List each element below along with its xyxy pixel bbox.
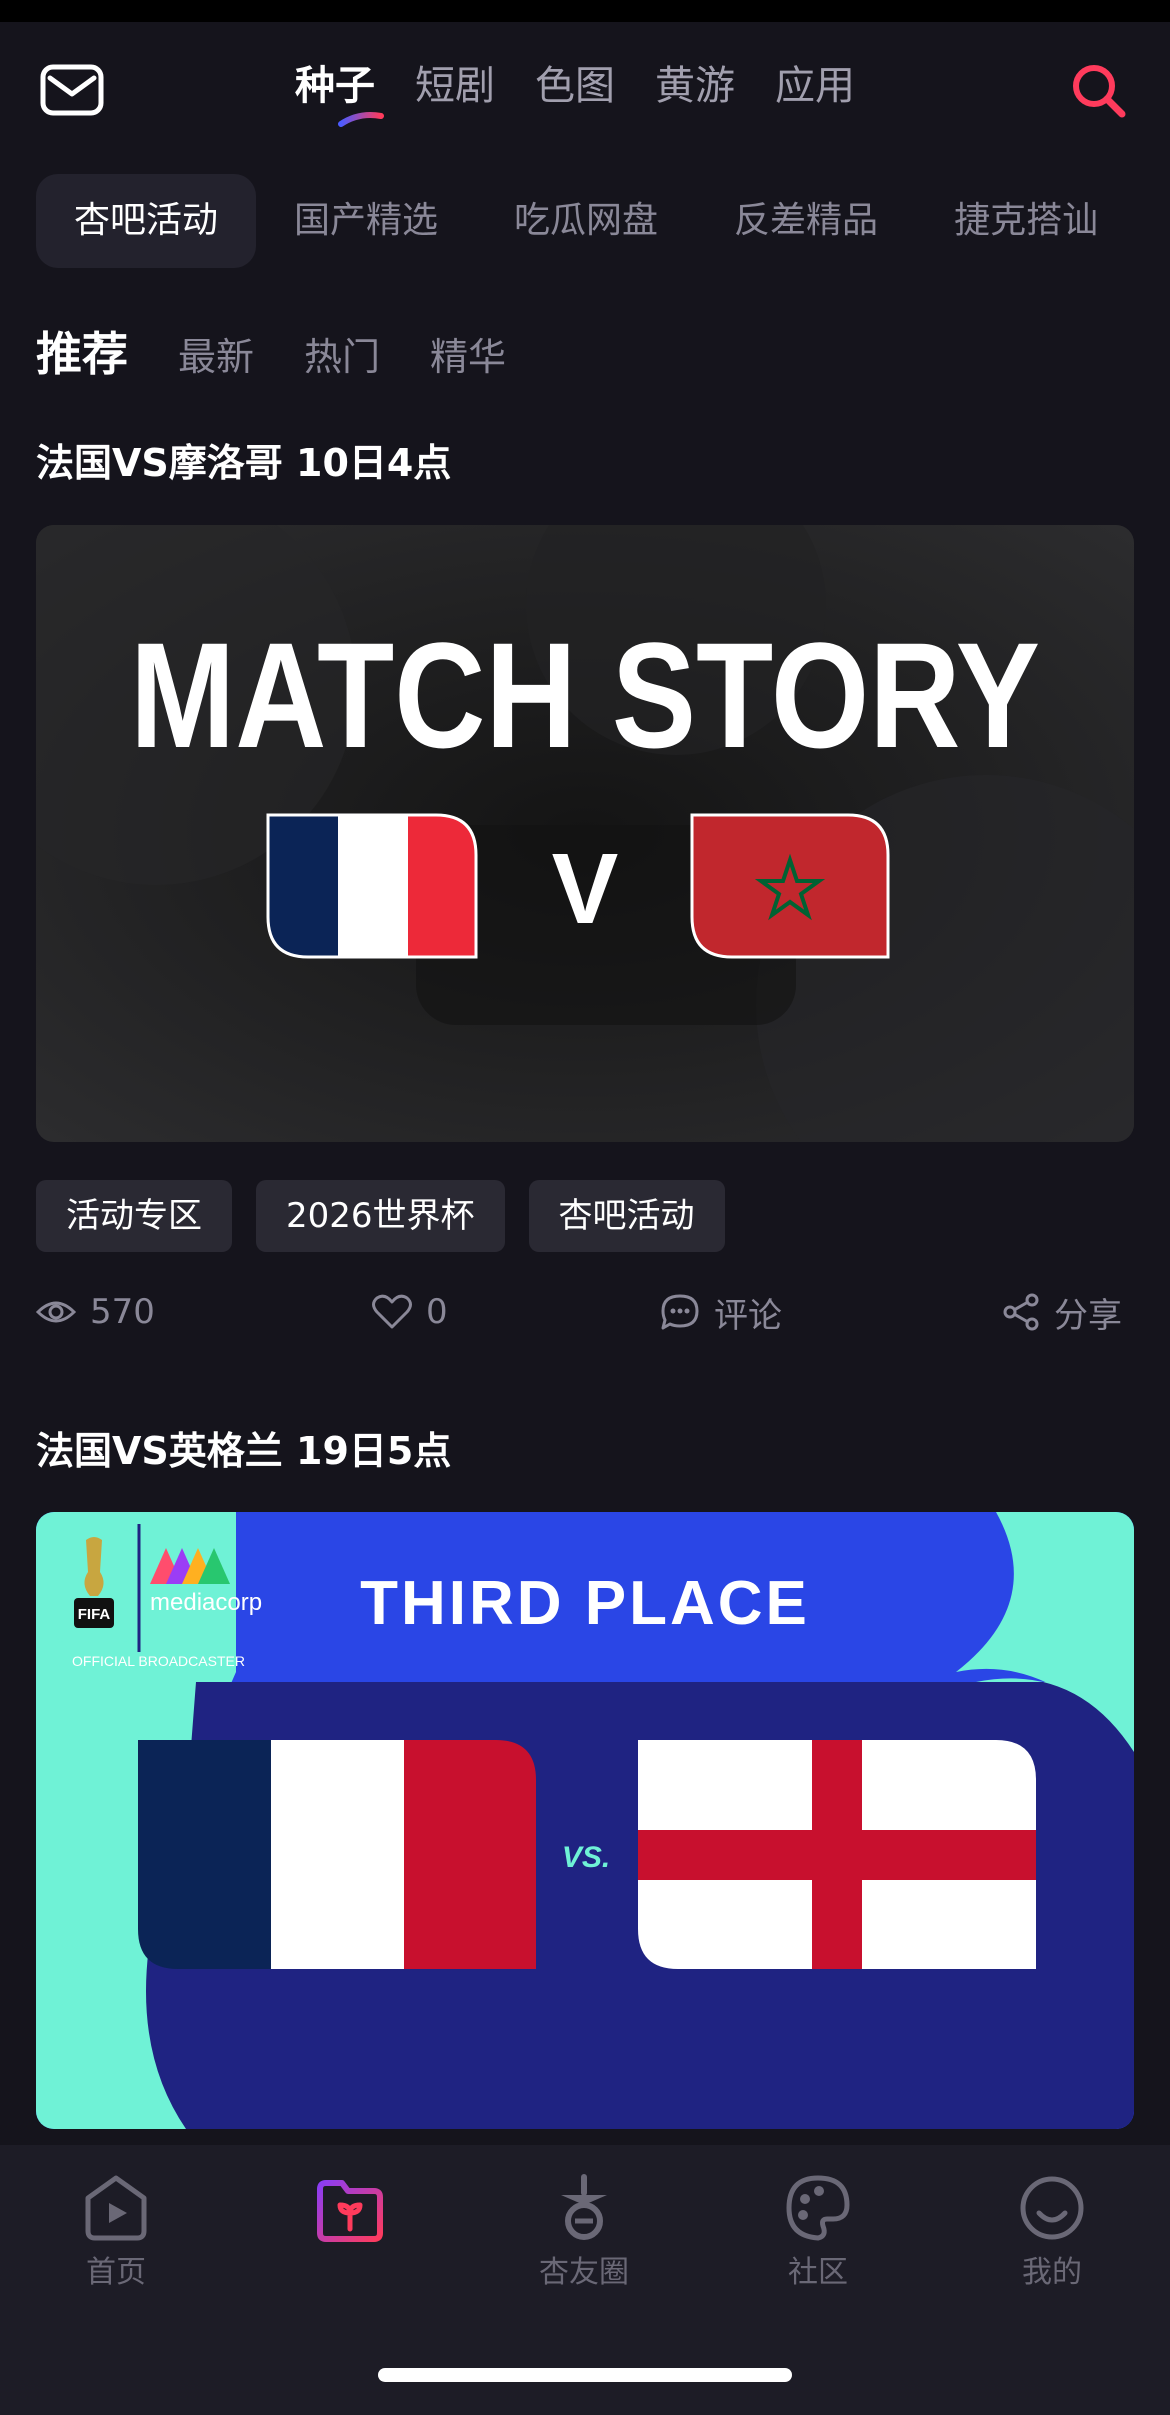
tab-games[interactable]: 黄游 bbox=[655, 58, 735, 114]
sort-tab-featured[interactable]: 精华 bbox=[430, 326, 506, 381]
post-cover-image[interactable]: MATCH STORY V bbox=[36, 525, 1134, 1142]
active-tab-indicator bbox=[338, 112, 384, 127]
nav-label: 首页 bbox=[86, 2255, 146, 2290]
france-flag-icon bbox=[138, 1740, 536, 1969]
views-count: 570 bbox=[36, 1282, 155, 1342]
broadcaster-name: mediacorp bbox=[150, 1589, 262, 1616]
nav-label: 杏友圈 bbox=[539, 2255, 629, 2290]
sort-tab-hot[interactable]: 热门 bbox=[304, 326, 380, 381]
cover-headline: THIRD PLACE bbox=[360, 1569, 810, 1638]
home-indicator[interactable] bbox=[378, 2368, 792, 2382]
share-button[interactable]: 分享 bbox=[1002, 1282, 1122, 1342]
tab-label: 种子 bbox=[295, 63, 375, 109]
post-cover-image[interactable]: FIFA mediacorp OFFICIAL BROADCASTER THIR… bbox=[36, 1512, 1134, 2129]
tag-chip[interactable]: 2026世界杯 bbox=[256, 1180, 505, 1252]
cover-headline: MATCH STORY bbox=[130, 611, 1040, 779]
broadcaster-note: OFFICIAL BROADCASTER bbox=[72, 1653, 245, 1669]
comment-button[interactable]: 评论 bbox=[660, 1282, 782, 1342]
mail-icon[interactable] bbox=[40, 64, 104, 116]
tab-short-drama[interactable]: 短剧 bbox=[415, 58, 495, 114]
top-tabs: 种子 短剧 色图 黄游 应用 bbox=[295, 58, 895, 127]
nav-profile[interactable]: 我的 bbox=[972, 2173, 1132, 2291]
category-item[interactable]: 捷克搭讪 bbox=[916, 174, 1136, 268]
share-icon bbox=[1003, 1293, 1039, 1331]
likes-value: 0 bbox=[426, 1292, 448, 1332]
nav-seeds[interactable] bbox=[270, 2173, 430, 2253]
fifa-label: FIFA bbox=[78, 1606, 111, 1623]
palette-icon bbox=[786, 2175, 850, 2241]
england-flag-icon bbox=[638, 1740, 1036, 1969]
category-bar: 杏吧活动 国产精选 吃瓜网盘 反差精品 捷克搭讪 bbox=[36, 174, 1136, 268]
category-item[interactable]: 吃瓜网盘 bbox=[476, 174, 696, 268]
category-item[interactable]: 杏吧活动 bbox=[36, 174, 257, 268]
search-icon[interactable] bbox=[1068, 60, 1128, 120]
tab-pictures[interactable]: 色图 bbox=[535, 58, 615, 114]
france-flag-icon bbox=[266, 813, 478, 959]
views-value: 570 bbox=[90, 1292, 155, 1332]
tab-apps[interactable]: 应用 bbox=[775, 58, 855, 114]
sort-tab-latest[interactable]: 最新 bbox=[178, 326, 254, 381]
sort-tabs: 推荐 最新 热门 精华 bbox=[36, 318, 556, 384]
status-bar bbox=[0, 0, 1170, 22]
comment-icon bbox=[661, 1294, 699, 1330]
cover-vs: VS. bbox=[562, 1841, 610, 1874]
nav-home[interactable]: 首页 bbox=[36, 2173, 196, 2291]
tag-chip[interactable]: 活动专区 bbox=[36, 1180, 232, 1252]
nav-label: 我的 bbox=[1022, 2255, 1082, 2290]
home-play-icon bbox=[85, 2175, 147, 2241]
third-place-graphic: FIFA mediacorp OFFICIAL BROADCASTER THIR… bbox=[36, 1512, 1134, 2129]
nav-community[interactable]: 社区 bbox=[738, 2173, 898, 2291]
post-tags: 活动专区 2026世界杯 杏吧活动 bbox=[36, 1180, 725, 1252]
post-title[interactable]: 法国VS摩洛哥 10日4点 bbox=[36, 432, 451, 487]
post-actions: 570 0 评论 分享 bbox=[36, 1282, 1134, 1342]
tag-chip[interactable]: 杏吧活动 bbox=[528, 1180, 725, 1252]
sort-tab-recommended[interactable]: 推荐 bbox=[36, 318, 128, 384]
eye-icon bbox=[36, 1301, 76, 1323]
post-title[interactable]: 法国VS英格兰 19日5点 bbox=[36, 1420, 451, 1475]
fifa-trophy-icon: FIFA bbox=[56, 1530, 132, 1642]
morocco-flag-icon bbox=[690, 813, 890, 959]
tab-seeds[interactable]: 种子 bbox=[295, 58, 384, 127]
cover-vs: V bbox=[552, 833, 619, 945]
category-item[interactable]: 反差精品 bbox=[696, 174, 916, 268]
apricot-icon bbox=[561, 2174, 607, 2240]
category-item[interactable]: 国产精选 bbox=[256, 174, 476, 268]
nav-friends[interactable]: 杏友圈 bbox=[504, 2173, 664, 2291]
match-story-graphic: MATCH STORY V bbox=[36, 525, 1134, 1142]
heart-icon bbox=[372, 1294, 412, 1329]
comment-label: 评论 bbox=[714, 1295, 782, 1336]
sprout-folder-icon bbox=[317, 2180, 383, 2242]
smile-icon bbox=[1020, 2176, 1084, 2240]
share-label: 分享 bbox=[1054, 1295, 1122, 1336]
nav-label: 社区 bbox=[788, 2255, 848, 2290]
like-button[interactable]: 0 bbox=[372, 1282, 448, 1342]
